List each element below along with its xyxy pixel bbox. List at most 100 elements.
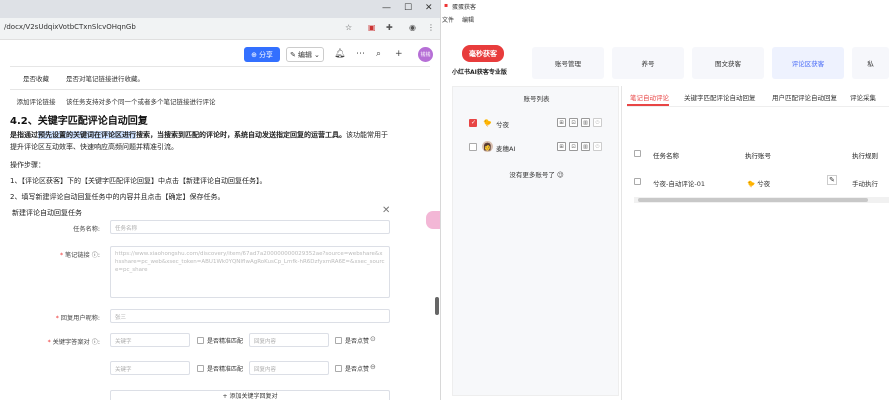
section-paragraph: 是指通过预先设置的关键词在评论区进行搜索，当搜索到匹配的评论时，系统自动发送指定… [10,131,388,151]
window-title: 蛋蛋获客 [452,4,477,11]
url-text: /docx/V2sUdqixVotbCTxnSlcvOHqnGb [4,23,136,31]
floating-widget-icon[interactable] [426,211,440,229]
keyword-input[interactable]: 关键字 [110,333,190,347]
tab-user-reply[interactable]: 用户匹配评论自动回复 [772,92,837,102]
chevron-down-icon: ⌄ [314,50,320,59]
account-list-panel: 账号列表 🐤 兮夜 ⊞ ⊡ ▥ ⏻ 👩 麦穗AI ⊞ ⊡ ▥ ⏻ 没有更多账号了… [452,86,619,396]
tab-nurture[interactable]: 养号 [612,47,684,79]
browser-menu-icon[interactable]: ⋮ [427,23,435,32]
table-cell-desc: 是否对笔记链接进行收藏。 [62,66,430,90]
tab-private[interactable]: 私 [852,47,889,79]
maximize-icon[interactable]: ☐ [404,3,412,13]
table-cell-name: 是否收藏 [10,66,62,90]
search-icon[interactable]: ⌕ [376,49,381,59]
settings-icon[interactable]: ⊡ [569,142,578,151]
more-icon[interactable]: ⋯ [356,49,365,59]
reply-content-input-2[interactable]: 回复内容 [249,361,329,375]
no-more-accounts-text: 没有更多账号了 😉 [509,171,564,179]
table-row: 添加评论链接 该任务支持对多个同一个或者多个笔记链接进行评论 [10,89,430,112]
doc-toolbar: ⊕ 分享 ✎ 编辑 ⌄ 🔔︎ ⋯ ⌕ + 钱钱 [0,42,440,66]
task-name-input[interactable]: 任务名称 [110,220,390,234]
expand-icon[interactable]: ⊞ [557,142,566,151]
reply-user-input[interactable]: 张三 [110,309,390,323]
profile-icon[interactable]: ◉ [409,23,416,32]
add-icon[interactable]: + [395,49,403,59]
panel-divider[interactable] [621,86,622,400]
table-row: 是否收藏 是否对笔记链接进行收藏。 [10,66,430,90]
bell-icon[interactable]: 🔔︎ [334,49,345,59]
address-bar[interactable]: /docx/V2sUdqixVotbCTxnSlcvOHqnGb ☆ ▣ ✚ ◉… [0,18,440,40]
reply-content-input[interactable]: 回复内容 [249,333,329,347]
app-window: ▪ 蛋蛋获客 文件 编辑 毫秒获客 小红书AI获客专业版 账号管理 养号 图文获… [442,0,889,400]
account-checkbox[interactable] [469,119,477,127]
column-header-account: 执行账号 [745,152,771,160]
keyword-input-2[interactable]: 关键字 [110,361,190,375]
star-icon[interactable]: ☆ [345,23,352,32]
chart-icon[interactable]: ▥ [581,118,590,127]
exact-match-checkbox-2[interactable]: 是否精准匹配 [197,364,243,373]
expand-icon[interactable]: ⊞ [557,118,566,127]
close-window-icon[interactable]: ✕ [425,3,433,13]
chart-icon[interactable]: ▥ [581,142,590,151]
column-header-rule: 执行规则 [852,152,878,160]
tab-comment-collect[interactable]: 评论采集 [850,92,876,102]
extension-icon[interactable]: ▣ [368,23,376,32]
share-icon: ⊕ [251,50,257,59]
tab-divider [627,106,889,107]
minimize-icon[interactable]: — [382,3,391,13]
menu-bar: 文件 编辑 [442,15,474,24]
edit-icon[interactable]: ✎ [827,175,837,185]
list-item: 👩 麦穗AI ⊞ ⊡ ▥ ⏻ [453,137,620,159]
task-name-cell: 兮夜-自动评论-01 [653,180,705,188]
avatar: 🐤 [483,118,492,127]
pencil-icon: ✎ [290,50,296,59]
table-cell-desc: 该任务支持对多个同一个或者多个笔记链接进行评论 [62,89,430,112]
power-icon[interactable]: ⏻ [593,142,602,151]
add-keyword-pair-button[interactable]: + 添加关键字回复对 [110,390,390,400]
like-checkbox[interactable]: 是否点赞 [335,336,369,345]
doc-table: 是否收藏 是否对笔记链接进行收藏。 添加评论链接 该任务支持对多个同一个或者多个… [10,66,430,112]
account-list-title: 账号列表 [523,95,550,103]
tab-post-acquisition[interactable]: 图文获客 [692,47,764,79]
extensions-puzzle-icon[interactable]: ✚ [386,23,393,32]
tab-comment-acquisition[interactable]: 评论区获客 [772,47,844,79]
account-name: 兮夜 [496,121,509,129]
avatar: 👩 [482,141,493,152]
scrollbar[interactable] [435,297,439,315]
note-link-label: * 笔记链接 ⓘ: [59,252,100,259]
brand-subtitle: 小红书AI获客专业版 [452,69,507,76]
menu-edit[interactable]: 编辑 [462,17,474,24]
exact-match-checkbox[interactable]: 是否精准匹配 [197,336,243,345]
task-name-label: 任务名称: [73,226,100,233]
section-heading: 4.2、关键字匹配评论自动回复 [10,116,148,127]
new-reply-task-dialog: 新建评论自动回复任务 ✕ 任务名称: 任务名称 * 笔记链接 ⓘ: https:… [4,204,396,400]
account-checkbox[interactable] [469,143,477,151]
tab-account-management[interactable]: 账号管理 [532,47,604,79]
horizontal-scrollbar-thumb[interactable] [638,198,868,202]
settings-icon[interactable]: ⊡ [569,118,578,127]
dialog-title: 新建评论自动回复任务 [12,209,82,217]
edit-button[interactable]: ✎ 编辑 ⌄ [286,47,324,62]
brand-logo: 毫秒获客 [462,45,504,62]
column-header-task: 任务名称 [653,152,679,160]
keyword-label: * 关键字答案对 ⓘ: [47,339,100,346]
share-button[interactable]: ⊕ 分享 [244,47,280,62]
app-title-bar: ▪ 蛋蛋获客 [442,0,889,12]
select-all-checkbox[interactable] [634,150,641,157]
reply-user-label: * 回复用户昵称: [55,315,100,322]
account-name: 麦穗AI [496,145,516,153]
rule-cell: 手动执行 [852,180,878,188]
info-icon[interactable]: ⊙ [370,335,376,343]
table-cell-name: 添加评论链接 [10,89,62,112]
note-link-textarea[interactable]: https://www.xiaohongshu.com/discovery/it… [110,246,390,298]
remove-icon[interactable]: ⊖ [370,363,376,371]
tab-keyword-reply[interactable]: 关键字匹配评论自动回复 [684,92,756,102]
like-checkbox-2[interactable]: 是否点赞 [335,364,369,373]
tab-note-auto-comment[interactable]: 笔记自动评论 [630,92,669,102]
app-logo-icon: ▪ [444,2,449,9]
row-checkbox[interactable] [634,178,641,185]
power-icon[interactable]: ⏻ [593,118,602,127]
avatar[interactable]: 钱钱 [418,47,433,62]
menu-file[interactable]: 文件 [442,17,454,24]
close-icon[interactable]: ✕ [382,205,390,216]
